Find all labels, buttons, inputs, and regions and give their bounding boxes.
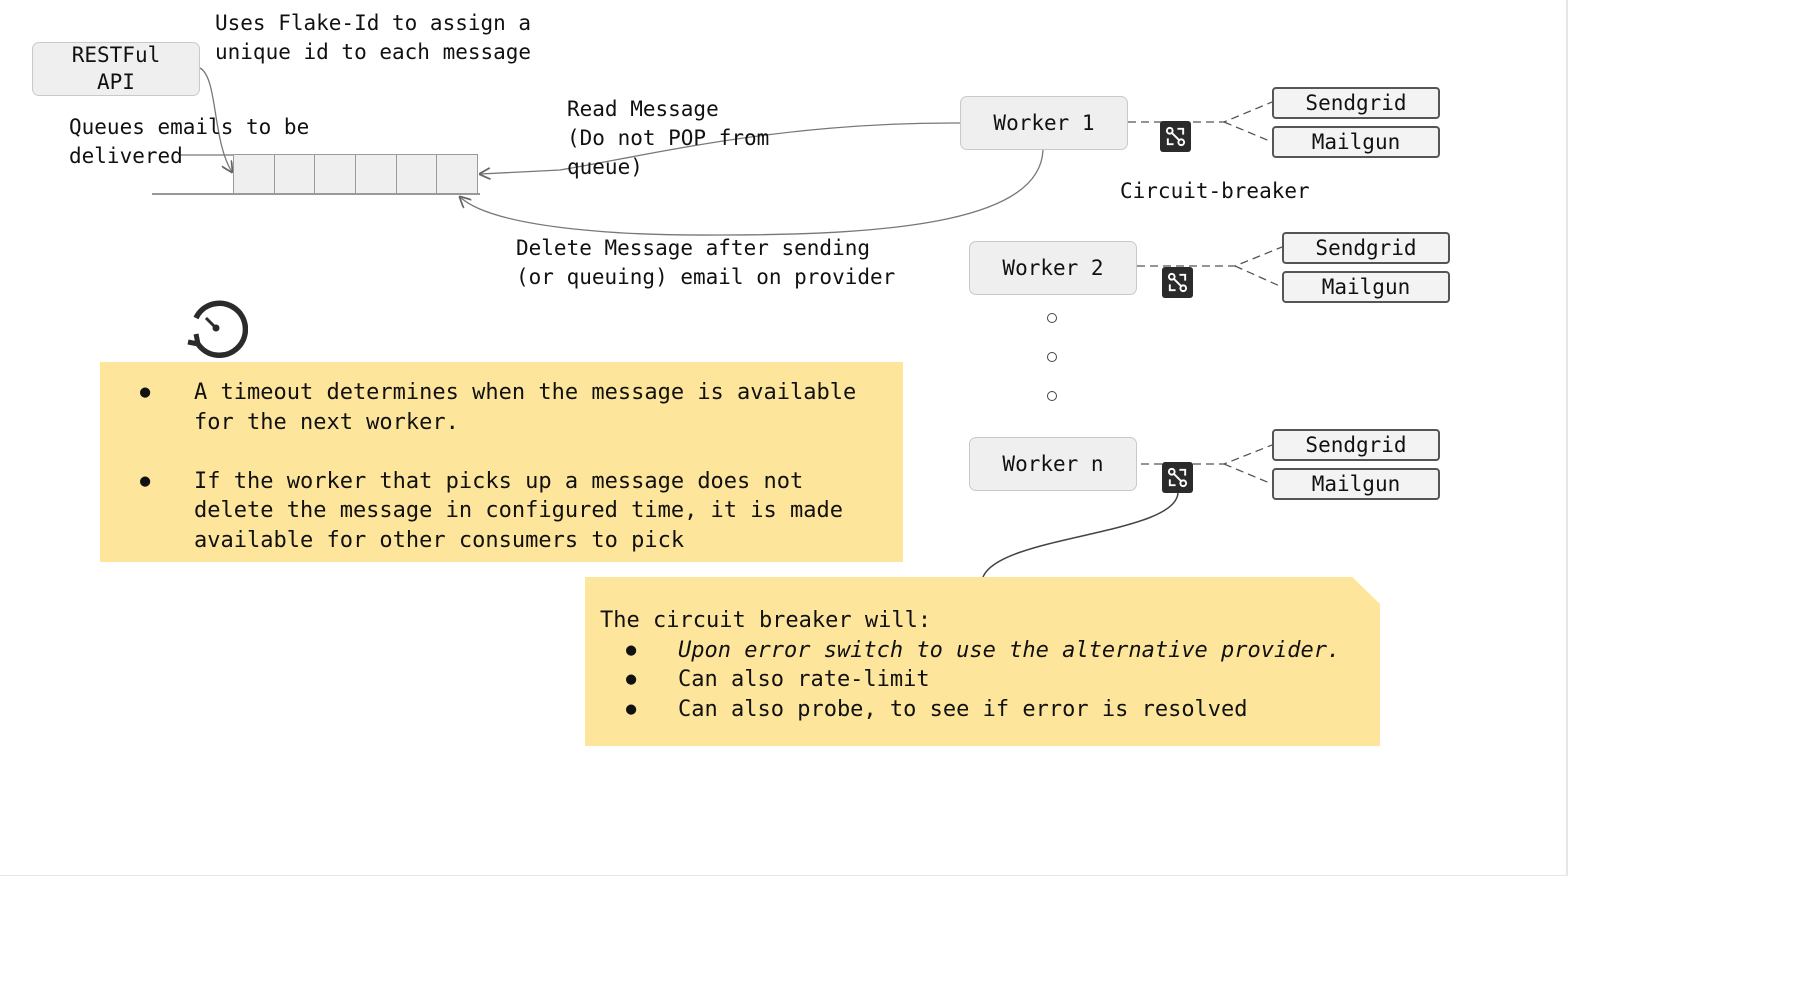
restful-api-box: RESTFul API — [32, 42, 200, 96]
circuit-breaker-icon — [1162, 267, 1193, 298]
page-edge — [1566, 0, 1568, 875]
worker-2-mailgun: Mailgun — [1282, 271, 1450, 303]
ellipsis-dot — [1047, 391, 1057, 401]
ellipsis-dot — [1047, 313, 1057, 323]
read-message-note: Read Message (Do not POP from queue) — [567, 97, 770, 179]
queue-slot — [315, 155, 357, 193]
worker-2-box: Worker 2 — [969, 241, 1137, 295]
circuit-note-item: Can also probe, to see if error is resol… — [600, 695, 1360, 725]
delete-message-note: Delete Message after sending (or queuing… — [516, 236, 896, 289]
worker-n-box: Worker n — [969, 437, 1137, 491]
timeout-note: A timeout determines when the message is… — [100, 362, 903, 562]
worker-1-sendgrid: Sendgrid — [1272, 87, 1440, 119]
queue-slot — [356, 155, 397, 193]
flake-id-note: Uses Flake-Id to assign a unique id to e… — [215, 11, 532, 64]
timeout-note-item: A timeout determines when the message is… — [100, 378, 883, 437]
timeout-note-item: If the worker that picks up a message do… — [100, 467, 883, 556]
worker-1-box: Worker 1 — [960, 96, 1128, 150]
circuit-breaker-icon — [1160, 121, 1191, 152]
worker1-provider-links — [1128, 101, 1273, 143]
worker-2-sendgrid: Sendgrid — [1282, 232, 1450, 264]
queue-slot — [437, 155, 477, 193]
queue-slot — [234, 155, 275, 193]
timer-icon — [187, 300, 248, 359]
workern-provider-links — [1128, 444, 1273, 485]
worker-n-sendgrid: Sendgrid — [1272, 429, 1440, 461]
circuit-breaker-label: Circuit-breaker — [1120, 179, 1310, 203]
architecture-diagram: RESTFul API Uses Flake-Id to assign a un… — [0, 0, 1568, 875]
ellipsis-dot — [1047, 352, 1057, 362]
callout-line — [982, 491, 1179, 578]
circuit-note-item: Upon error switch to use the alternative… — [600, 636, 1360, 666]
queue-slot — [397, 155, 438, 193]
message-queue — [233, 154, 478, 194]
page-bottom-edge — [0, 875, 1568, 876]
circuit-breaker-icon — [1162, 462, 1193, 493]
circuit-note-heading: The circuit breaker will: — [600, 608, 932, 633]
circuit-note-item: Can also rate-limit — [600, 665, 1360, 695]
queue-slot — [275, 155, 316, 193]
circuit-breaker-note: The circuit breaker will: Upon error swi… — [585, 577, 1380, 746]
worker-1-mailgun: Mailgun — [1272, 126, 1440, 158]
worker2-provider-links — [1137, 246, 1283, 288]
worker-n-mailgun: Mailgun — [1272, 468, 1440, 500]
